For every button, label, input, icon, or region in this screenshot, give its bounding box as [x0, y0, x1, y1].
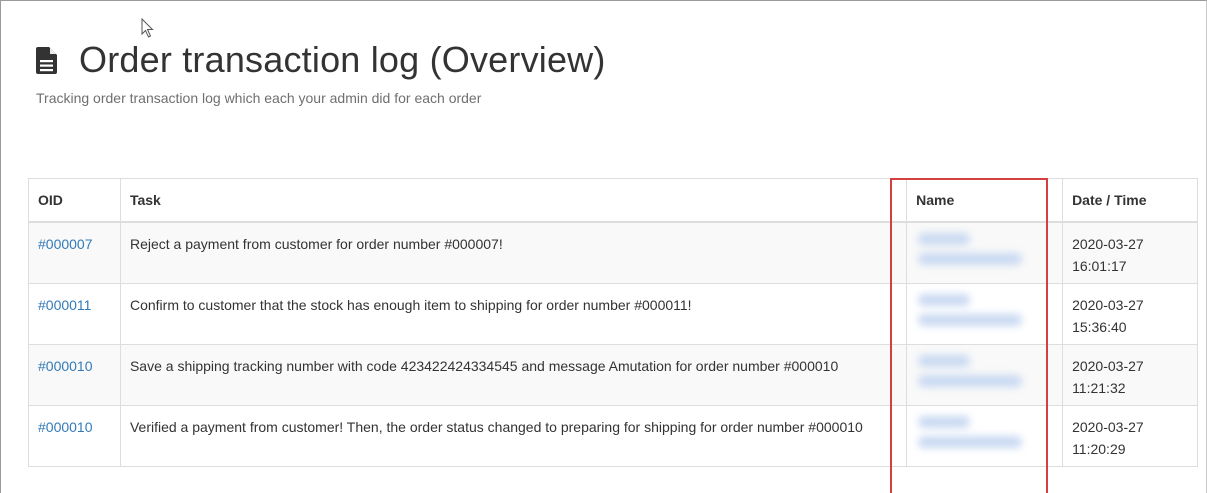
transaction-log-table: OID Task Name Date / Time #000007 Reject…	[28, 178, 1198, 467]
table-header-row: OID Task Name Date / Time	[28, 178, 1198, 223]
oid-link[interactable]: #000011	[38, 297, 91, 313]
file-text-icon	[36, 46, 57, 74]
task-cell: Confirm to customer that the stock has e…	[119, 283, 908, 345]
blurred-admin-name	[916, 412, 1023, 454]
mouse-cursor-icon	[141, 18, 154, 38]
time-text: 11:21:32	[1072, 380, 1126, 396]
column-header-task[interactable]: Task	[119, 178, 908, 223]
oid-cell: #000010	[28, 344, 121, 406]
table-header: OID Task Name Date / Time	[28, 178, 1198, 223]
task-cell: Save a shipping tracking number with cod…	[119, 344, 908, 406]
table-row: #000007 Reject a payment from customer f…	[28, 221, 1198, 284]
page-subtitle: Tracking order transaction log which eac…	[36, 90, 482, 106]
datetime-cell: 2020-03-27 15:36:40	[1062, 283, 1198, 345]
time-text: 15:36:40	[1072, 319, 1127, 335]
table-row: #000011 Confirm to customer that the sto…	[28, 283, 1198, 345]
date-text: 2020-03-27	[1072, 419, 1144, 435]
table-body: #000007 Reject a payment from customer f…	[28, 221, 1198, 467]
page-header: Order transaction log (Overview)	[36, 38, 606, 82]
name-cell	[906, 283, 1064, 345]
oid-cell: #000007	[28, 221, 121, 284]
page-title: Order transaction log (Overview)	[79, 39, 606, 80]
oid-link[interactable]: #000010	[38, 358, 93, 374]
blurred-admin-name	[916, 290, 1023, 332]
column-header-datetime[interactable]: Date / Time	[1062, 178, 1198, 223]
oid-cell: #000010	[28, 405, 121, 467]
name-cell	[906, 221, 1064, 284]
oid-link[interactable]: #000010	[38, 419, 93, 435]
blurred-admin-name	[916, 229, 1023, 271]
blurred-admin-name	[916, 351, 1023, 393]
name-cell	[906, 405, 1064, 467]
datetime-cell: 2020-03-27 16:01:17	[1062, 221, 1198, 284]
name-cell	[906, 344, 1064, 406]
time-text: 16:01:17	[1072, 258, 1127, 274]
table-row: #000010 Verified a payment from customer…	[28, 405, 1198, 467]
datetime-cell: 2020-03-27 11:21:32	[1062, 344, 1198, 406]
date-text: 2020-03-27	[1072, 297, 1144, 313]
table-row: #000010 Save a shipping tracking number …	[28, 344, 1198, 406]
oid-cell: #000011	[28, 283, 121, 345]
column-header-name[interactable]: Name	[906, 178, 1064, 223]
task-cell: Verified a payment from customer! Then, …	[119, 405, 908, 467]
time-text: 11:20:29	[1072, 441, 1126, 457]
task-cell: Reject a payment from customer for order…	[119, 221, 908, 284]
oid-link[interactable]: #000007	[38, 236, 93, 252]
date-text: 2020-03-27	[1072, 358, 1144, 374]
date-text: 2020-03-27	[1072, 236, 1144, 252]
datetime-cell: 2020-03-27 11:20:29	[1062, 405, 1198, 467]
column-header-oid[interactable]: OID	[28, 178, 121, 223]
